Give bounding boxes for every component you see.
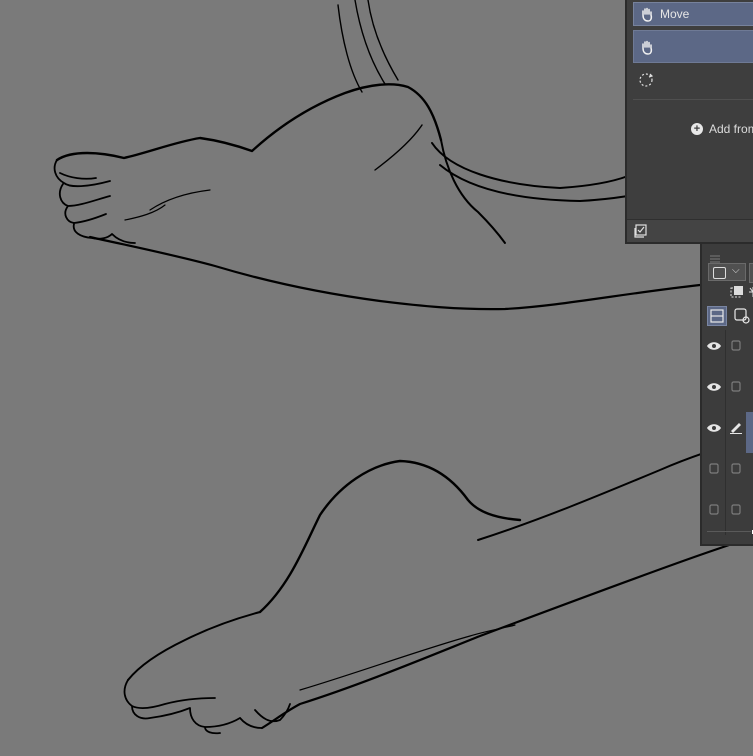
column-divider — [725, 494, 726, 535]
add-from-label: Add from — [709, 122, 753, 136]
column-divider — [725, 412, 726, 453]
add-from-button[interactable]: + Add from — [691, 122, 753, 136]
plus-icon: + — [691, 123, 703, 135]
layer-row[interactable] — [702, 412, 753, 453]
tool-item-rotate[interactable] — [633, 66, 753, 94]
layer-view-toggle-button[interactable] — [707, 306, 727, 326]
layer-row[interactable] — [702, 371, 753, 412]
lock-box-icon[interactable] — [729, 379, 743, 393]
lock-box-icon[interactable] — [729, 461, 743, 475]
tool-item-hand[interactable] — [633, 30, 753, 63]
subtool-panel: Move + Add from — [625, 0, 753, 244]
settings-check-icon[interactable] — [634, 224, 648, 243]
eye-icon[interactable] — [706, 421, 722, 433]
column-divider — [725, 453, 726, 494]
layer-mask-button[interactable] — [732, 306, 752, 326]
upper-foot-arch — [124, 189, 211, 221]
column-divider — [725, 330, 726, 371]
empty-box-icon[interactable] — [706, 462, 722, 474]
hand-icon — [634, 39, 660, 55]
layer-list-bottom-divider — [707, 531, 751, 532]
layer-list — [702, 330, 753, 535]
subtool-footer — [627, 219, 753, 242]
empty-box-icon[interactable] — [706, 503, 722, 515]
tool-item-label: Move — [660, 7, 690, 21]
upper-foot-top-contour — [55, 83, 443, 162]
reference-icon[interactable] — [748, 285, 753, 304]
layer-panel: ⌵ — [700, 244, 753, 546]
layer-row[interactable] — [702, 494, 753, 535]
hand-icon — [634, 6, 660, 22]
lower-foot-top — [258, 459, 522, 614]
rotate-icon — [633, 71, 659, 89]
lock-box-icon[interactable] — [729, 338, 743, 352]
lower-foot-instep — [127, 611, 261, 681]
lock-box-icon[interactable] — [729, 502, 743, 516]
upper-foot-toes — [53, 159, 136, 244]
column-divider — [725, 371, 726, 412]
blend-mode-select[interactable]: ⌵ — [708, 263, 746, 281]
eye-icon[interactable] — [706, 339, 722, 351]
clipping-icon[interactable] — [730, 285, 744, 304]
subtool-divider — [633, 99, 753, 100]
layer-row[interactable] — [702, 453, 753, 494]
upper-foot-sole — [88, 235, 702, 311]
square-swatch-icon — [713, 267, 726, 279]
layer-row[interactable] — [702, 330, 753, 371]
chevron-down-icon: ⌵ — [732, 265, 740, 276]
pen-icon — [729, 420, 743, 434]
active-layer-highlight — [746, 412, 753, 453]
eye-icon[interactable] — [706, 380, 722, 392]
lower-foot-sole — [260, 535, 753, 730]
opacity-field[interactable] — [749, 263, 753, 283]
tool-item-move[interactable]: Move — [633, 2, 753, 26]
